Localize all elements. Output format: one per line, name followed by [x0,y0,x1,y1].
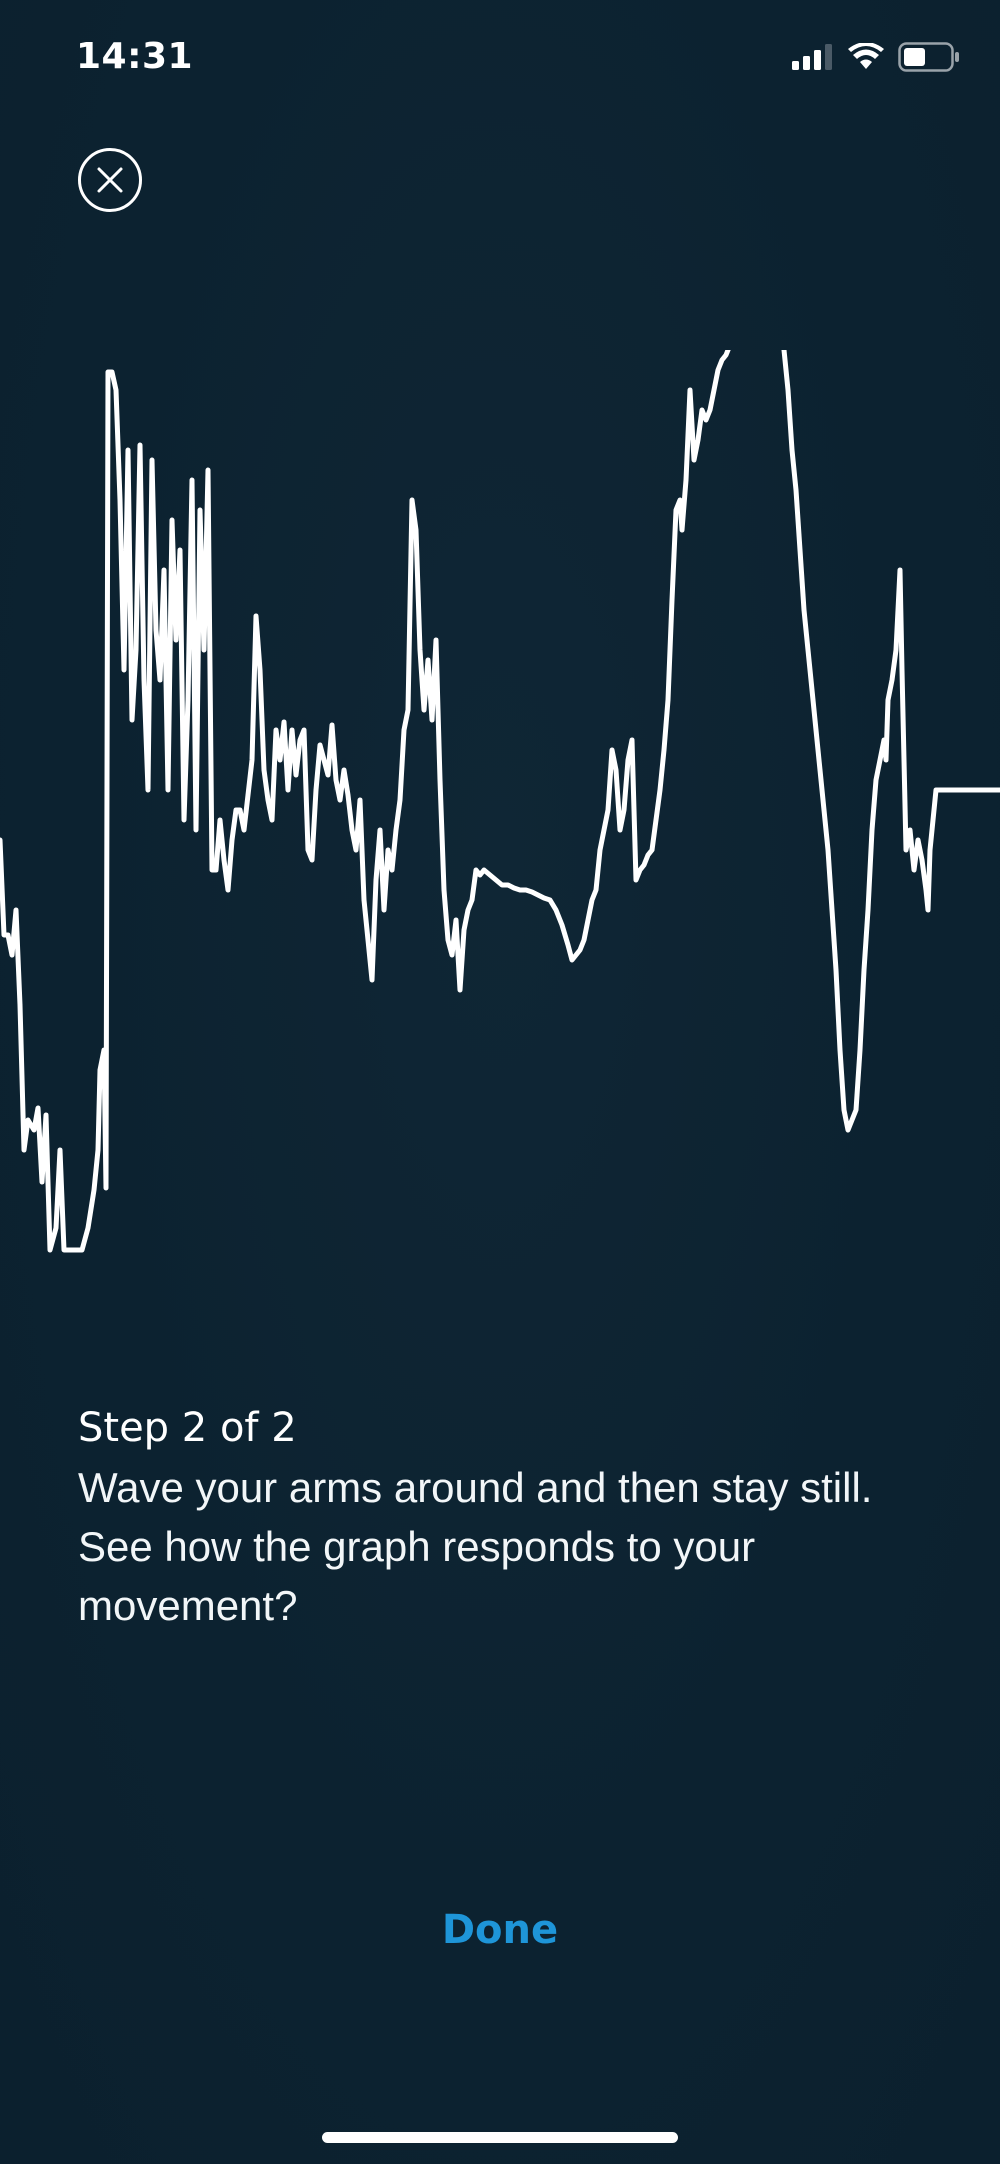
instruction-line-3: movement? [78,1582,298,1629]
wifi-icon [848,42,884,75]
home-indicator[interactable] [322,2132,678,2143]
status-icons [792,42,960,76]
motion-signal-graph [0,350,1000,1253]
motion-signal-line [0,350,1000,1253]
status-time: 14:31 [76,36,194,77]
done-button[interactable]: Done [400,1900,600,1960]
status-bar: 14:31 [0,0,1000,120]
screen: 14:31 Step 2 of 2 Wave your arms around … [0,0,1000,2164]
instruction-line-2: See how the graph responds to your [78,1523,756,1570]
step-indicator: Step 2 of 2 [78,1405,297,1451]
close-button[interactable] [78,148,142,212]
close-icon [97,167,123,193]
instructions: Step 2 of 2 Wave your arms around and th… [78,1398,938,1635]
instruction-line-1: Wave your arms around and then stay stil… [78,1464,873,1511]
cellular-signal-icon [792,44,834,74]
battery-icon [898,42,960,76]
